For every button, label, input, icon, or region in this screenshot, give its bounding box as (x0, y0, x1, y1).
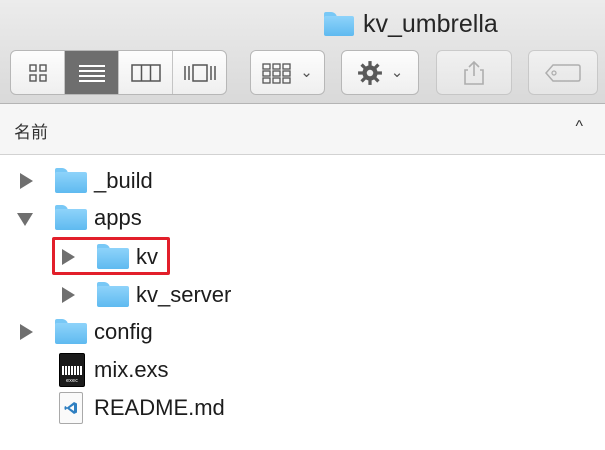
disclosure-triangle-icon[interactable] (20, 324, 33, 340)
file-name: _build (94, 168, 153, 193)
disclosure-triangle-expanded-icon[interactable] (17, 213, 33, 226)
cover-flow-view-button[interactable] (173, 51, 226, 94)
list-icon (78, 64, 105, 82)
cover-flow-icon (183, 63, 216, 82)
file-list: _build apps kv kv_server config exec mix… (0, 155, 605, 450)
folder-icon (55, 205, 87, 230)
window-title-text: kv_umbrella (363, 9, 498, 38)
file-name: mix.exs (94, 357, 169, 382)
name-column-label: 名前 (14, 123, 48, 142)
disclosure-triangle-icon[interactable] (62, 287, 75, 303)
list-view-button[interactable] (65, 51, 119, 94)
sort-chevron-icon: ^ (575, 118, 583, 135)
gear-icon (357, 60, 382, 85)
highlight-box (52, 237, 170, 275)
icon-view-button[interactable] (11, 51, 65, 94)
chevron-down-icon: ⌄ (390, 64, 404, 81)
folder-icon (55, 319, 87, 344)
list-item-apps[interactable]: apps (0, 199, 605, 237)
grid-icon (28, 63, 47, 82)
folder-icon (55, 168, 87, 193)
finder-toolbar: kv_umbrella ⌄ ⌄ (0, 0, 605, 104)
share-button[interactable] (436, 50, 512, 95)
list-item-mix-exs[interactable]: exec mix.exs (0, 351, 605, 389)
file-name: apps (94, 205, 142, 230)
markdown-file-icon (59, 392, 83, 424)
window-title: kv_umbrella (324, 6, 498, 42)
view-mode-segmented-control (10, 50, 227, 95)
file-name: config (94, 319, 153, 344)
list-item-kv-server[interactable]: kv_server (0, 276, 605, 314)
arrange-icon (262, 62, 291, 84)
chevron-down-icon: ⌄ (300, 64, 313, 81)
list-item-config[interactable]: config (0, 313, 605, 351)
tag-button[interactable] (528, 50, 598, 95)
folder-icon (324, 12, 354, 36)
disclosure-triangle-icon[interactable] (20, 173, 33, 189)
file-name: kv_server (136, 282, 232, 307)
share-icon (464, 60, 484, 85)
vscode-logo-icon (64, 402, 77, 414)
tag-icon (545, 63, 581, 82)
folder-icon (97, 282, 129, 307)
column-header[interactable]: 名前 ^ (0, 104, 605, 155)
column-view-button[interactable] (119, 51, 173, 94)
list-item-readme[interactable]: README.md (0, 389, 605, 427)
arrange-button[interactable]: ⌄ (250, 50, 325, 95)
action-button[interactable]: ⌄ (341, 50, 419, 95)
file-name: README.md (94, 395, 225, 420)
list-item-build[interactable]: _build (0, 162, 605, 200)
executable-file-icon: exec (59, 353, 85, 387)
columns-icon (130, 63, 161, 82)
